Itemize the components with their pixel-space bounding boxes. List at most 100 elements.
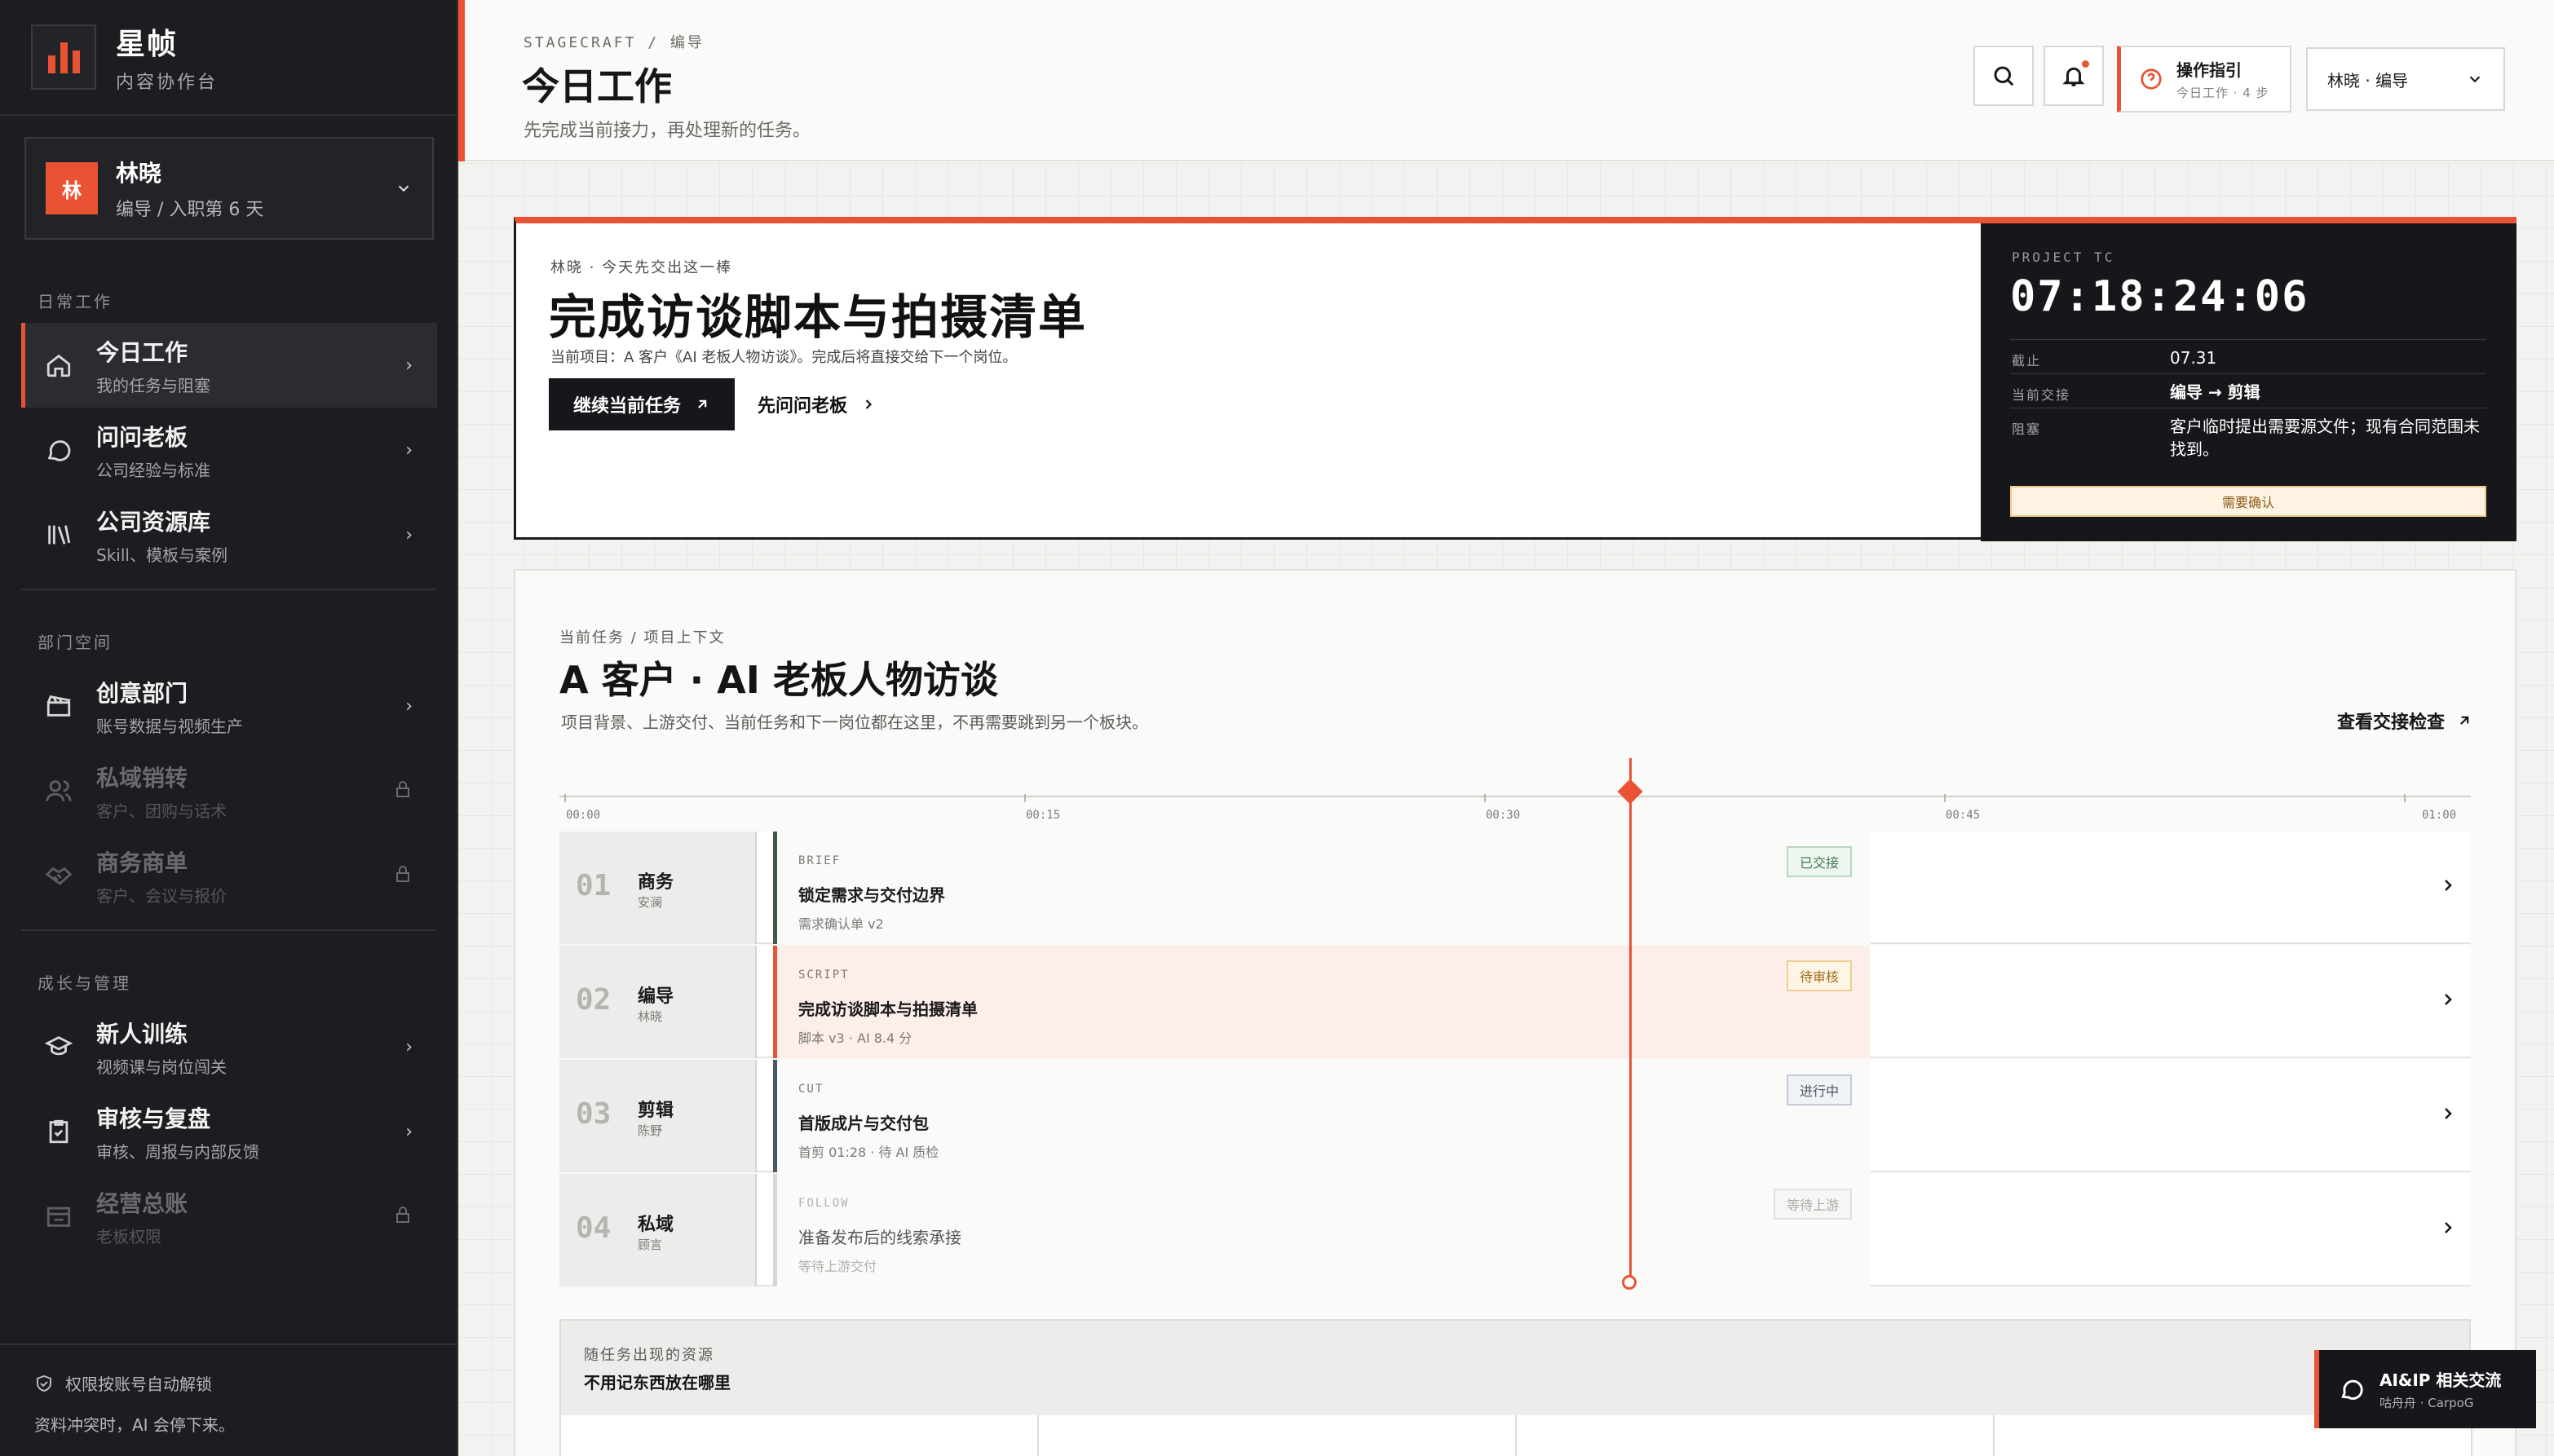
ask-boss-button[interactable]: 先问问老板 [758,378,877,430]
needs-confirm-button[interactable]: 需要确认 [2010,486,2486,517]
row-number: 01 [576,869,612,902]
role-select[interactable]: 林晓 · 编导 [2306,47,2505,111]
timeline-tick [1944,794,1946,802]
panel-value: 编导 → 剪辑 [2170,382,2260,402]
sidebar-item-library[interactable]: 公司资源库 Skill、模板与案例 › [21,492,437,577]
search-button[interactable] [1973,46,2034,106]
shield-check-icon [37,1374,51,1392]
brand-subtitle: 内容协作台 [116,73,219,93]
sidebar-item-creative[interactable]: 创意部门 账号数据与视频生产 › [21,664,437,748]
nav-subtitle: 账号数据与视频生产 [96,716,243,736]
handoff-check-link[interactable]: 查看交接检查 [2337,708,2472,734]
divider [21,589,437,590]
row-task: 首版成片与交付包 [798,1114,929,1133]
timeline-tick [1484,794,1486,802]
timeline-tick-label: 00:15 [1026,809,1061,822]
nav-title: 今日工作 [96,338,188,366]
role-select-value: 林晓 · 编导 [2327,70,2409,90]
panel-label: PROJECT TC [2012,249,2115,265]
row-meta: 需求确认单 v2 [798,916,884,932]
chevron-right-icon [2438,1218,2459,1239]
task-row[interactable]: 01 商务 安澜 BRIEF 锁定需求与交付边界 需求确认单 v2 已交接 [559,832,2471,944]
lock-icon [393,864,413,887]
timeline-tick-label: 01:00 [2422,809,2457,822]
nav-title: 审核与复盘 [96,1105,211,1132]
nav-title: 新人训练 [96,1020,188,1048]
chevron-right-icon: › [405,524,413,545]
nav-subtitle: 客户、会议与报价 [96,885,227,906]
guide-title: 操作指引 [2176,60,2242,80]
nav-subtitle: Skill、模板与案例 [96,545,228,565]
task-row[interactable]: 03 剪辑 陈野 CUT 首版成片与交付包 首剪 01:28 · 待 AI 质检… [559,1060,2471,1172]
nav-subtitle: 我的任务与阻塞 [96,375,210,395]
row-number: 03 [576,1097,612,1131]
nav-title: 商务商单 [96,849,188,876]
hero-description: 当前项目：A 客户《AI 老板人物访谈》。完成后将直接交给下一个岗位。 [550,349,1018,366]
page-subtitle: 先完成当前接力，再处理新的任务。 [524,121,811,141]
guide-button[interactable]: 操作指引 今日工作 · 4 步 [2117,46,2291,113]
timeline-playhead [1629,758,1632,1282]
row-number: 02 [576,983,612,1017]
sidebar-item-review[interactable]: 审核与复盘 审核、周报与内部反馈 › [21,1089,437,1174]
chevron-right-icon: › [405,1036,413,1057]
panel-key: 截止 [2012,353,2042,368]
row-meta: 首剪 01:28 · 待 AI 质检 [798,1145,939,1160]
row-task: 锁定需求与交付边界 [798,885,945,905]
timeline-axis [559,796,2471,797]
sidebar-item-ask-boss[interactable]: 问问老板 公司经验与标准 › [21,408,437,492]
brand[interactable]: 星帧 内容协作台 [31,24,218,93]
panel-row-handoff: 当前交接 编导 → 剪辑 [2010,373,2486,406]
notification-dot [2082,60,2089,68]
continue-task-label: 继续当前任务 [572,396,681,417]
row-meta: 等待上游交付 [798,1259,877,1274]
nav-title: 公司资源库 [96,508,211,536]
user-switcher[interactable]: 林 林晓 编导 / 入职第 6 天 [24,137,434,240]
chevron-right-icon: › [405,439,413,461]
sidebar-item-ledger: 经营总账 老板权限 [21,1174,437,1259]
search-icon [1994,66,2014,86]
row-person: 安澜 [638,895,663,910]
task-row[interactable]: 04 私域 顾言 FOLLOW 准备发布后的线索承接 等待上游交付 等待上游 [559,1174,2471,1286]
task-row[interactable]: 02 编导 林晓 SCRIPT 完成访谈脚本与拍摄清单 脚本 v3 · AI 8… [559,946,2471,1058]
page-title: 今日工作 [522,64,672,108]
section-label-departments: 部门空间 [38,633,113,652]
guide-subtitle: 今日工作 · 4 步 [2176,86,2269,100]
row-task-cell: SCRIPT 完成访谈脚本与拍摄清单 脚本 v3 · AI 8.4 分 待审核 [777,946,1870,1058]
home-icon [42,349,75,382]
brand-title: 星帧 [116,28,179,61]
permission-note: 权限按账号自动解锁 [34,1371,212,1395]
chat-float-button[interactable]: AI&IP 相关交流 咕舟舟 · CarpoG [2314,1350,2536,1428]
row-code: SCRIPT [798,968,850,982]
context-title: A 客户 · AI 老板人物访谈 [559,658,998,702]
row-header: 03 剪辑 陈野 [559,1060,757,1172]
resource-card[interactable] [1039,1415,1517,1456]
chevron-right-icon: › [405,1121,413,1142]
nav-subtitle: 审核、周报与内部反馈 [96,1141,259,1162]
notification-button[interactable] [2044,46,2104,106]
resource-card[interactable] [561,1415,1039,1456]
clipboard-icon [42,1115,75,1148]
sidebar-item-onboarding[interactable]: 新人训练 视频课与岗位闯关 › [21,1004,437,1089]
timeline-tick-label: 00:00 [566,809,601,822]
nav-title: 创意部门 [96,679,188,707]
conflict-note: 资料冲突时，AI 会停下来。 [34,1415,235,1435]
timeline-tick [1024,794,1026,802]
chevron-right-icon: › [405,355,413,376]
timeline-tick [2404,794,2406,802]
users-icon [42,774,75,807]
project-timecode-panel: PROJECT TC 07:18:24:06 截止 07.31 当前交接 编导 … [1981,217,2516,541]
status-badge: 待审核 [1786,960,1852,991]
sidebar-item-today[interactable]: 今日工作 我的任务与阻塞 › [21,323,437,408]
current-task-hero: 林晓 · 今天先交出这一棒 完成访谈脚本与拍摄清单 当前项目：A 客户《AI 老… [514,217,2516,541]
task-resources: 随任务出现的资源 不用记东西放在哪里 [559,1319,2472,1456]
timeline-tick-label: 00:45 [1946,809,1981,822]
context-breadcrumb: 当前任务 / 项目上下文 [559,629,726,646]
resource-card[interactable] [1517,1415,1995,1456]
brand-logo-icon [31,24,96,90]
graduation-icon [42,1030,75,1063]
continue-task-button[interactable]: 继续当前任务 [549,378,735,430]
project-clock: 07:18:24:06 [2010,272,2309,321]
user-role: 编导 / 入职第 6 天 [116,200,264,220]
chevron-down-icon [398,185,409,192]
handoff-check-label: 查看交接检查 [2336,713,2445,733]
